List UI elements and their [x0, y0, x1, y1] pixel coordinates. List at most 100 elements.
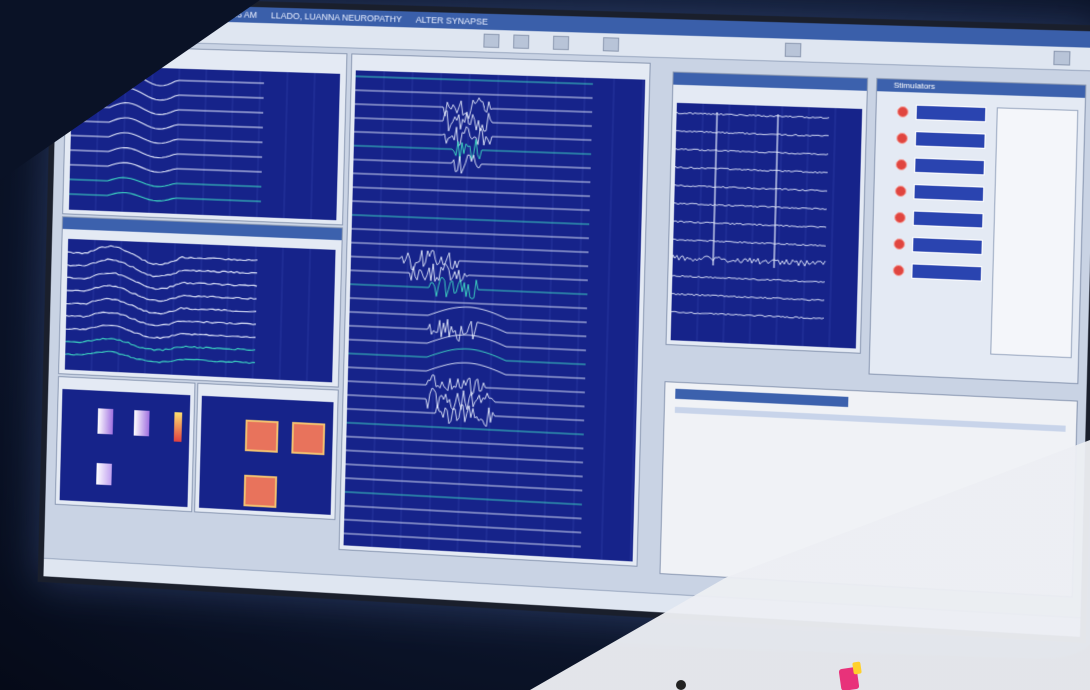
grid-line: [400, 72, 412, 548]
trace-line: [71, 116, 263, 133]
grid-line: [284, 72, 288, 218]
trace-line: [68, 244, 258, 269]
trace-line: [350, 302, 587, 322]
grid-line: [372, 71, 384, 547]
side-panel: [990, 107, 1078, 358]
trace-line: [71, 131, 263, 147]
trace-line: [671, 311, 823, 319]
stimulator-indicator-icon[interactable]: [896, 133, 908, 145]
stimulator-item[interactable]: [893, 263, 987, 281]
panel-header: [675, 389, 848, 407]
grid-line: [176, 69, 180, 214]
stimulator-list: [892, 104, 1001, 312]
trace-line: [353, 151, 591, 179]
heatmap-panel-1: [55, 376, 196, 512]
grid-line: [203, 70, 207, 215]
trace-line: [67, 283, 257, 305]
grid-line: [311, 73, 315, 219]
stimulator-item[interactable]: [893, 236, 987, 254]
trace-line: [672, 275, 824, 283]
heat-cell: [291, 422, 325, 455]
heat-cell: [245, 420, 279, 453]
stimulator-label: [914, 158, 985, 176]
toolbar-button[interactable]: [603, 37, 619, 52]
trace-line: [672, 293, 824, 301]
color-scale: [174, 412, 182, 442]
trace-line: [675, 185, 827, 192]
stimulator-indicator-icon[interactable]: [895, 185, 907, 197]
toolbar-button[interactable]: [553, 36, 569, 50]
trace-line: [354, 108, 592, 136]
trace-line: [350, 260, 588, 288]
stimulator-indicator-icon[interactable]: [896, 159, 908, 171]
record-icon[interactable]: [785, 43, 802, 58]
stimulator-label: [913, 184, 984, 202]
grid-line: [118, 241, 121, 372]
trace-line: [346, 450, 583, 462]
trace-line: [345, 478, 582, 490]
toolbar-button[interactable]: [483, 34, 499, 48]
trace-line: [67, 271, 257, 294]
stimulator-indicator-icon[interactable]: [893, 265, 905, 277]
trace-line: [70, 146, 262, 162]
trace-lines: [671, 103, 863, 349]
trace-lines: [344, 70, 646, 561]
stimulator-indicator-icon[interactable]: [894, 212, 906, 224]
trace-line: [349, 330, 586, 351]
photo-scene: 16:45 AM LLADO, LUANNA NEUROPATHY ALTER …: [0, 0, 1090, 690]
panel-header: Stimulators: [877, 79, 1085, 98]
trace-line: [344, 520, 581, 533]
stimulator-item[interactable]: [895, 183, 989, 201]
trace-lines: [65, 239, 336, 382]
trace-line: [70, 161, 262, 176]
toolbar-button[interactable]: [1053, 51, 1070, 66]
titlebar-item: ALTER SYNAPSE: [416, 15, 489, 27]
divider: [675, 407, 1066, 432]
panel-header: [673, 73, 867, 91]
stimulator-indicator-icon[interactable]: [893, 238, 905, 250]
grid-line: [829, 108, 835, 347]
trace-line: [347, 423, 584, 435]
trace-line: [346, 437, 583, 449]
trace-line: [348, 344, 585, 365]
trace-line: [351, 243, 588, 253]
stimulator-item[interactable]: [897, 104, 991, 121]
heat-cell: [243, 475, 277, 508]
grid-line: [91, 240, 94, 371]
stimulator-indicator-icon[interactable]: [897, 106, 909, 118]
trace-line: [774, 114, 778, 268]
trace-line: [352, 215, 589, 224]
trace-view: [344, 70, 646, 561]
heatmap-panel-2: [194, 383, 339, 520]
trace-line: [70, 176, 262, 191]
trace-view: [671, 103, 863, 349]
grid-line: [602, 79, 615, 560]
stimulator-item[interactable]: [894, 210, 988, 228]
trace-line: [67, 257, 257, 281]
trace-line: [353, 173, 590, 182]
trace-line: [69, 191, 261, 205]
heat-cell: [97, 408, 113, 434]
trace-line: [673, 239, 825, 247]
trace-line: [66, 297, 256, 318]
titlebar-item: LLADO, LUANNA NEUROPATHY: [271, 10, 402, 24]
stimulator-item[interactable]: [896, 130, 990, 147]
grid-line: [631, 80, 644, 562]
stimulator-label: [912, 237, 983, 255]
trace-line: [677, 112, 830, 119]
trace-line: [355, 90, 592, 98]
trace-line: [349, 315, 587, 347]
stimulator-item[interactable]: [896, 157, 990, 175]
logo-mark-yellow: [852, 662, 862, 675]
waveform-panel-mid-left: [58, 216, 343, 387]
grid-line: [280, 248, 283, 380]
stimulator-label: [916, 105, 987, 123]
trace-line: [353, 187, 590, 196]
waveform-panel-right: [665, 71, 868, 353]
trace-line: [356, 76, 593, 84]
toolbar-button[interactable]: [513, 35, 529, 49]
trace-line: [65, 336, 255, 355]
logo-dot: [676, 680, 686, 690]
heat-cell: [134, 410, 150, 436]
trace-line: [673, 255, 826, 267]
